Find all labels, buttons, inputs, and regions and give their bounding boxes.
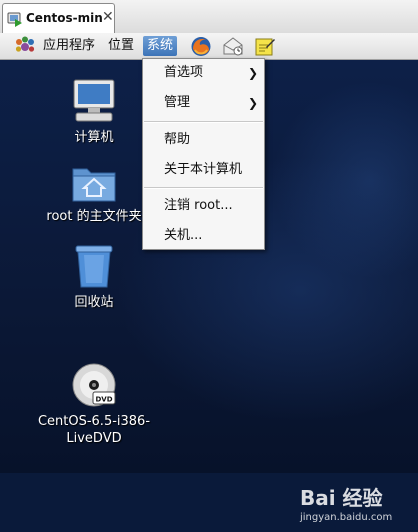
desktop-icon-trash[interactable]: 回收站 (58, 243, 130, 311)
menu-item-preferences[interactable]: 首选项 ❯ (143, 59, 264, 87)
menu-item-about-label: 关于本计算机 (164, 162, 243, 177)
places-menu[interactable]: 位置 (105, 36, 137, 56)
menu-separator (144, 121, 263, 123)
submenu-arrow-icon: ❯ (247, 96, 258, 110)
menu-item-administration-label: 管理 (164, 95, 191, 110)
gnome-top-panel: 应用程序 位置 系统 (0, 33, 418, 60)
baidu-jingyan-watermark: Bai 经验 jingyan.baidu.com (296, 480, 416, 532)
desktop-label-trash: 回收站 (74, 295, 114, 310)
mail-client-icon[interactable] (222, 36, 244, 57)
menu-item-shutdown[interactable]: 关机... (143, 222, 264, 250)
menu-item-logout-label: 注销 root... (164, 198, 233, 213)
desktop-label-home: root 的主文件夹 (46, 209, 142, 224)
dvd-disc-icon: DVD (34, 362, 154, 411)
menu-item-shutdown-label: 关机... (164, 228, 203, 243)
desktop-icon-dvd[interactable]: DVD CentOS-6.5-i386- LiveDVD (34, 362, 154, 447)
vm-tab-centos-min[interactable]: Centos-min ✕ (2, 3, 115, 33)
watermark-logo: Bai 经验 (300, 486, 383, 510)
menu-item-preferences-label: 首选项 (164, 65, 204, 80)
system-menu-button[interactable]: 系统 (143, 36, 178, 56)
computer-icon (58, 78, 130, 127)
firefox-icon[interactable] (190, 36, 212, 57)
watermark-url: jingyan.baidu.com (300, 512, 393, 523)
desktop-label-computer: 计算机 (74, 130, 114, 145)
menu-item-administration[interactable]: 管理 ❯ (143, 89, 264, 117)
applications-menu[interactable]: 应用程序 (40, 36, 98, 56)
gnome-foot-icon[interactable] (14, 36, 36, 59)
desktop-icon-computer[interactable]: 计算机 (58, 78, 130, 146)
vm-tab-title: Centos-min (26, 11, 103, 25)
vm-tab-strip: Centos-min ✕ (0, 0, 418, 34)
menu-item-about[interactable]: 关于本计算机 (143, 156, 264, 184)
system-dropdown-menu: 首选项 ❯ 管理 ❯ 帮助 关于本计算机 注销 root... 关机... (142, 58, 265, 250)
desktop-label-dvd-line2: LiveDVD (66, 431, 122, 446)
desktop-label-dvd-line1: CentOS-6.5-i386- (37, 414, 151, 429)
trash-icon (58, 243, 130, 292)
submenu-arrow-icon: ❯ (247, 66, 258, 80)
home-folder-icon (38, 163, 150, 206)
notes-editor-icon[interactable] (254, 36, 276, 57)
menu-item-logout[interactable]: 注销 root... (143, 192, 264, 220)
close-icon[interactable]: ✕ (102, 9, 114, 25)
dvd-badge: DVD (95, 396, 112, 404)
vm-power-icon (7, 11, 23, 30)
menu-item-help-label: 帮助 (164, 132, 191, 147)
menu-item-help[interactable]: 帮助 (143, 126, 264, 154)
menu-separator (144, 187, 263, 189)
desktop-icon-home-folder[interactable]: root 的主文件夹 (38, 163, 150, 225)
